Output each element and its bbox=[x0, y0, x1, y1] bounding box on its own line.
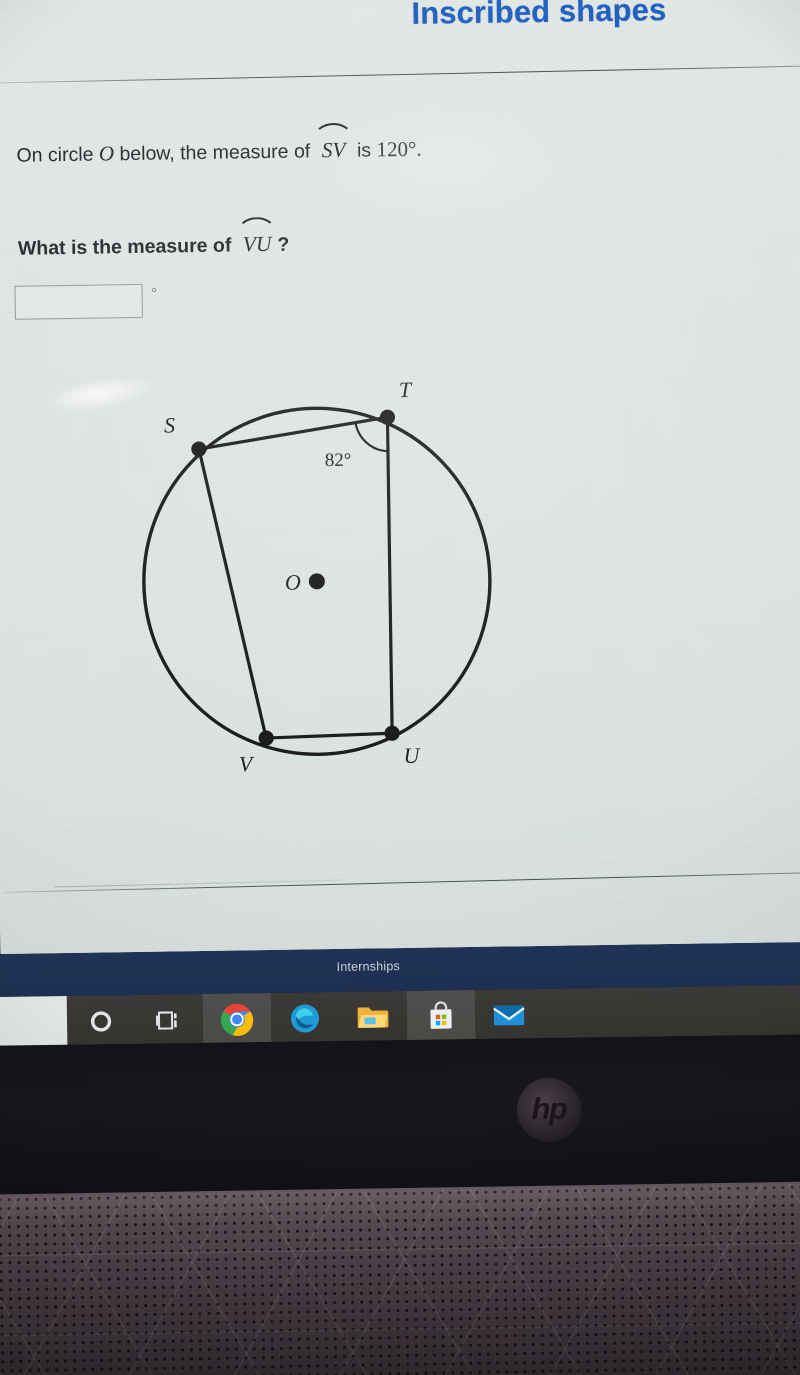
photo-of-laptop-screen: Inscribed shapes On circle O below, the … bbox=[0, 0, 800, 1375]
question-mid: below, the measure of bbox=[119, 140, 311, 166]
cortana-circle-icon bbox=[88, 1008, 114, 1039]
store-bag-icon bbox=[427, 1000, 456, 1036]
answer-input[interactable] bbox=[14, 283, 143, 320]
page-title: Inscribed shapes bbox=[411, 0, 667, 31]
vertex-s-dot bbox=[191, 441, 207, 457]
question-is: is bbox=[356, 139, 372, 162]
folder-icon bbox=[356, 1003, 390, 1037]
arc-vu-letters: VU bbox=[242, 231, 272, 257]
arc-sv-letters: SV bbox=[321, 137, 346, 163]
question-line-1: On circle O below, the measure of SV is … bbox=[16, 122, 422, 168]
arc-sv-notation: SV bbox=[313, 122, 354, 163]
chrome-icon bbox=[220, 1002, 255, 1042]
perforation-dots bbox=[0, 1183, 800, 1375]
question-prefix: On circle bbox=[16, 143, 94, 167]
divider-bottom bbox=[5, 871, 800, 893]
center-o-label: O bbox=[285, 570, 301, 595]
mail-envelope-icon bbox=[493, 1002, 525, 1033]
laptop-screen: Inscribed shapes On circle O below, the … bbox=[0, 0, 800, 989]
arc-overline-icon bbox=[313, 122, 354, 140]
vertex-label-s: S bbox=[164, 412, 175, 437]
vertex-label-t: T bbox=[399, 377, 413, 402]
center-o-dot bbox=[308, 573, 325, 590]
vertex-label-u: U bbox=[403, 743, 421, 768]
question-line-2: What is the measure of VU? bbox=[17, 216, 290, 261]
perforated-surface bbox=[0, 1183, 800, 1375]
laptop-body bbox=[0, 1034, 800, 1206]
edge-icon bbox=[289, 1002, 322, 1039]
arc-sv-value: 120°. bbox=[376, 136, 422, 162]
window-title-text: Internships bbox=[336, 959, 401, 974]
arc-vu-notation: VU bbox=[236, 216, 277, 258]
angle-measure-label: 82° bbox=[325, 450, 352, 471]
vertex-label-v: V bbox=[239, 751, 255, 776]
arc-overline-icon bbox=[236, 216, 277, 234]
question2-suffix: ? bbox=[277, 233, 290, 256]
divider-top bbox=[0, 65, 800, 84]
degree-unit-label: ° bbox=[151, 284, 157, 300]
inscribed-quadrilateral-figure: O S T U V 82° bbox=[112, 365, 538, 801]
question2-prefix: What is the measure of bbox=[17, 234, 232, 260]
hp-logo-text: hp bbox=[531, 1090, 567, 1127]
circle-name-label: O bbox=[98, 141, 115, 166]
angle-arc-at-t bbox=[354, 422, 389, 453]
task-view-icon bbox=[155, 1008, 183, 1037]
